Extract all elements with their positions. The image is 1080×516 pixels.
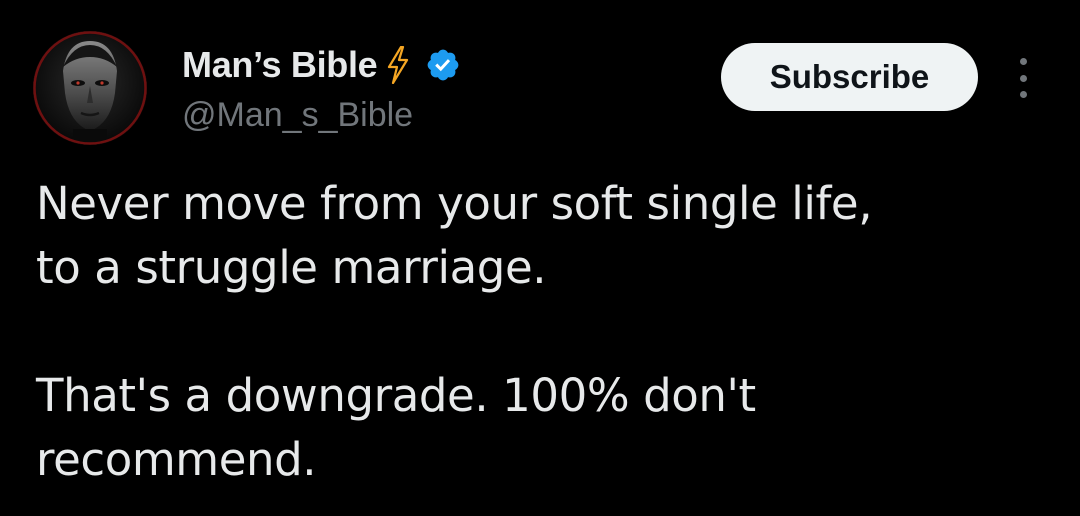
name-row: Man’s Bible xyxy=(182,42,461,88)
display-name[interactable]: Man’s Bible xyxy=(182,42,378,88)
user-handle[interactable]: @Man_s_Bible xyxy=(182,93,413,137)
lightning-bolt-icon xyxy=(388,46,409,84)
tweet-paragraph: That's a downgrade. 100% don't recommend… xyxy=(36,369,756,486)
subscribe-button[interactable]: Subscribe xyxy=(721,43,978,111)
avatar-image xyxy=(33,31,147,145)
verified-checkmark-icon[interactable] xyxy=(425,47,461,83)
tweet-text: Never move from your soft single life, t… xyxy=(36,172,1046,492)
profile-avatar[interactable] xyxy=(33,31,147,145)
more-vertical-icon[interactable] xyxy=(1008,56,1038,100)
more-dot xyxy=(1019,58,1027,65)
more-dot xyxy=(1019,91,1027,98)
more-dot xyxy=(1019,74,1027,82)
tweet-paragraph: Never move from your soft single life, t… xyxy=(36,177,873,294)
